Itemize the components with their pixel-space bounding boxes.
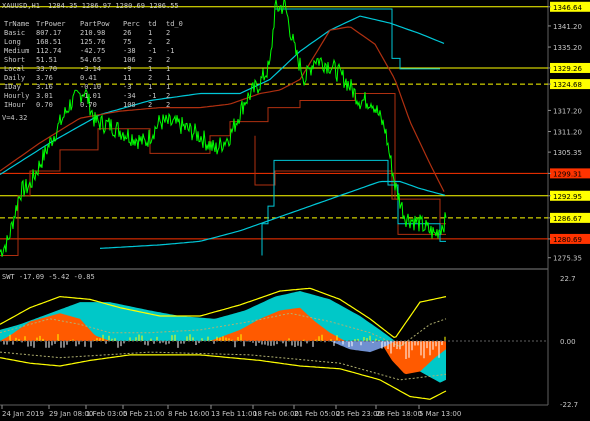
table-footer: V=4.32: [2, 114, 27, 122]
table-cell: 3.01: [36, 92, 53, 100]
time-label: 24 Jan 2019: [2, 410, 44, 418]
table-cell: 26: [123, 29, 131, 37]
table-cell: 1: [166, 65, 170, 73]
table-cell: 1: [148, 29, 152, 37]
table-cell: Medium: [4, 47, 29, 55]
price-label: 1329.26: [553, 65, 582, 73]
chart-window[interactable]: XAUUSD,H1 1284.35 1286.97 1280.69 1286.5…: [0, 0, 590, 421]
table-cell: -3.14: [80, 65, 101, 73]
table-header-cell: TrName: [4, 20, 29, 28]
table-cell: 210.98: [80, 29, 105, 37]
table-cell: -34: [123, 92, 136, 100]
table-cell: -1: [166, 47, 174, 55]
price-label: 1317.20: [553, 107, 582, 115]
table-cell: 125.76: [80, 38, 105, 46]
table-cell: 51.51: [36, 56, 57, 64]
price-label: 1280.69: [553, 236, 582, 244]
table-cell: 100: [123, 101, 136, 109]
table-cell: 2: [148, 56, 152, 64]
table-header-cell: Perc: [123, 20, 140, 28]
table-cell: 1: [166, 83, 170, 91]
price-label: 1275.35: [553, 255, 582, 263]
table-cell: 2: [166, 56, 170, 64]
indicator-scale: 22.7 0.00 -22.7: [560, 275, 578, 409]
table-cell: 1: [148, 83, 152, 91]
indicator-scale-label: -22.7: [560, 401, 578, 409]
ohlc-readout: 1284.35 1286.97 1280.69 1286.55: [48, 2, 179, 10]
table-cell: 2: [166, 92, 170, 100]
table-cell: 54.65: [80, 56, 101, 64]
table-cell: 0.41: [80, 74, 97, 82]
time-label: 1 Feb 03:00: [86, 410, 127, 418]
time-label: 18 Feb 06:00: [253, 410, 299, 418]
table-cell: 2: [148, 74, 152, 82]
table-cell: -1.01: [80, 92, 101, 100]
table-cell: 1: [166, 74, 170, 82]
price-label: 1292.95: [553, 193, 582, 201]
price-label: 1286.67: [553, 215, 582, 223]
time-label: 5 Feb 21:00: [123, 410, 164, 418]
table-cell: Local: [4, 65, 25, 73]
table-cell: IHour: [4, 101, 25, 109]
time-label: 8 Feb 16:00: [168, 410, 209, 418]
price-scale[interactable]: 1346.64 1341.20 1335.20 1329.26 1324.68 1317.…: [548, 1, 590, 263]
table-cell: 75: [123, 38, 131, 46]
price-label: 1335.20: [553, 44, 582, 52]
price-label: 1324.68: [553, 81, 582, 89]
table-cell: 106: [123, 56, 136, 64]
table-cell: 0.70: [36, 101, 53, 109]
table-cell: 1: [148, 65, 152, 73]
price-label: 1299.31: [553, 170, 582, 178]
table-cell: -42.75: [80, 47, 105, 55]
table-cell: 2: [166, 29, 170, 37]
table-cell: 0.70: [80, 101, 97, 109]
indicator-scale-label: 0.00: [560, 338, 576, 346]
table-cell: 112.74: [36, 47, 61, 55]
price-label: 1311.20: [553, 129, 582, 137]
indicator-scale-label: 22.7: [560, 275, 576, 283]
table-cell: 2: [166, 101, 170, 109]
price-label: 1346.64: [553, 4, 582, 12]
table-cell: -3: [123, 83, 131, 91]
table-cell: Daily: [4, 74, 25, 82]
table-cell: Basic: [4, 29, 25, 37]
table-cell: Short: [4, 56, 25, 64]
table-header-cell: td_0: [166, 20, 183, 28]
table-cell: Long: [4, 38, 21, 46]
table-cell: 807.17: [36, 29, 61, 37]
table-cell: 3.16: [36, 83, 53, 91]
symbol-title: XAUUSD,H1: [2, 2, 40, 10]
table-cell: 33.70: [36, 65, 57, 73]
table-cell: 2: [148, 101, 152, 109]
price-label: 1341.20: [553, 23, 582, 31]
time-label: 28 Feb 18:00: [376, 410, 422, 418]
table-cell: IDay: [4, 83, 21, 91]
table-cell: -9: [123, 65, 131, 73]
indicator-title: SWT -17.09 -5.42 -0.85: [2, 273, 95, 281]
time-label: 21 Feb 05:00: [294, 410, 340, 418]
price-label: 1305.35: [553, 149, 582, 157]
time-label: 5 Mar 13:00: [419, 410, 461, 418]
table-cell: 2: [166, 38, 170, 46]
table-header-cell: TrPower: [36, 20, 66, 28]
table-cell: 3.76: [36, 74, 53, 82]
table-cell: -0.10: [80, 83, 101, 91]
table-cell: -38: [123, 47, 136, 55]
table-cell: -1: [148, 92, 156, 100]
table-cell: Hourly: [4, 92, 29, 100]
table-cell: -1: [148, 47, 156, 55]
table-header-cell: PartPow: [80, 20, 110, 28]
table-cell: 11: [123, 74, 131, 82]
table-cell: 168.51: [36, 38, 61, 46]
table-cell: 2: [148, 38, 152, 46]
time-axis[interactable]: 24 Jan 2019 29 Jan 08:001 Feb 03:005 Feb …: [1, 405, 461, 418]
table-header-cell: td: [148, 20, 156, 28]
time-label: 13 Feb 11:00: [211, 410, 257, 418]
